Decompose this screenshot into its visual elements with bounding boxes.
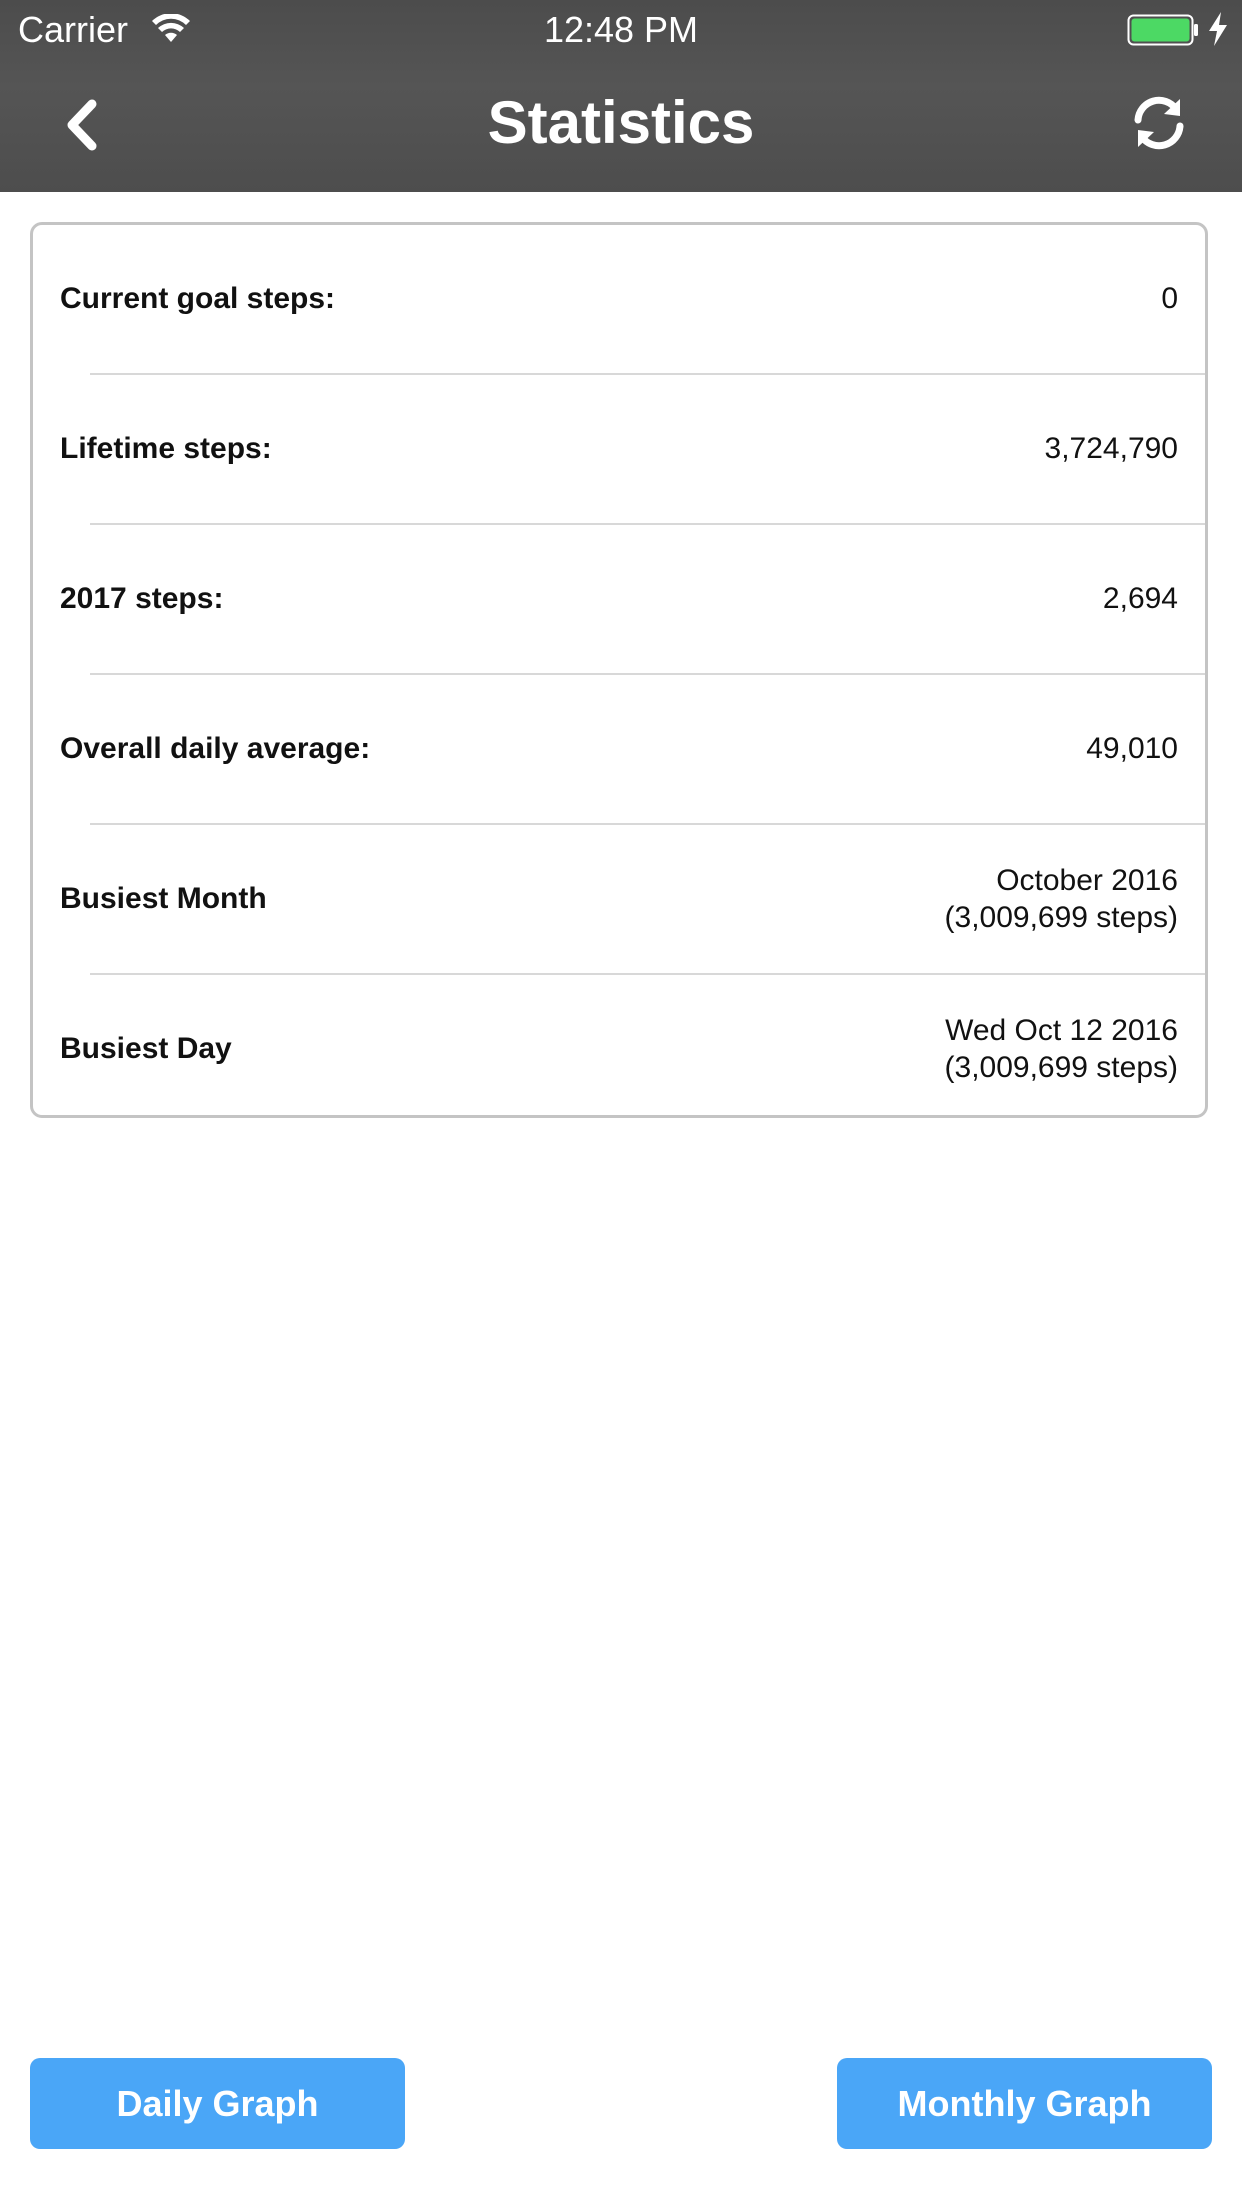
stat-value: 3,724,790 <box>1045 375 1178 522</box>
stat-value-line: October 2016 <box>996 863 1178 897</box>
stat-row-daily-average: Overall daily average: 49,010 <box>33 675 1205 825</box>
stat-label: Lifetime steps: <box>60 432 272 465</box>
stat-value: 49,010 <box>1086 675 1178 822</box>
header: Carrier 12:48 PM Statistics <box>0 0 1242 192</box>
battery-icon <box>1127 14 1198 46</box>
stat-value: 0 <box>1161 225 1178 372</box>
stat-value-detail: (3,009,699 steps) <box>944 1050 1178 1084</box>
refresh-icon <box>1134 96 1184 150</box>
refresh-button[interactable] <box>1126 90 1192 156</box>
stat-label: Current goal steps: <box>60 282 336 315</box>
stat-label: 2017 steps: <box>60 582 224 615</box>
page-title: Statistics <box>487 89 755 156</box>
stats-card: Current goal steps: 0 Lifetime steps: 3,… <box>30 222 1208 1118</box>
stat-value: October 2016 (3,009,699 steps) <box>945 825 1178 972</box>
stat-row-current-goal: Current goal steps: 0 <box>33 225 1205 375</box>
navigation-bar: Statistics <box>0 60 1242 192</box>
monthly-graph-button[interactable]: Monthly Graph <box>837 2058 1212 2149</box>
stat-value-line: 49,010 <box>1086 732 1178 765</box>
stat-label: Overall daily average: <box>60 732 371 765</box>
stat-value-line: 0 <box>1161 282 1178 315</box>
stat-value-line: Wed Oct 12 2016 <box>945 1013 1178 1047</box>
stat-row-busiest-month: Busiest Month October 2016 (3,009,699 st… <box>33 825 1205 975</box>
stat-value-line: 2,694 <box>1102 582 1178 615</box>
daily-graph-button[interactable]: Daily Graph <box>30 2058 405 2149</box>
charging-bolt-icon <box>1209 12 1227 46</box>
stat-row-year-steps: 2017 steps: 2,694 <box>33 525 1205 675</box>
statistics-screen: Carrier 12:48 PM Statistics Current goal… <box>0 0 1242 2208</box>
stat-label: Busiest Month <box>60 882 267 915</box>
stat-value-line: 3,724,790 <box>1044 432 1178 465</box>
stat-row-lifetime-steps: Lifetime steps: 3,724,790 <box>33 375 1205 525</box>
status-bar: Carrier 12:48 PM <box>0 0 1242 60</box>
stat-value: Wed Oct 12 2016 (3,009,699 steps) <box>944 975 1178 1115</box>
stat-label: Busiest Day <box>60 1032 232 1065</box>
status-time: 12:48 PM <box>543 9 699 50</box>
stat-row-busiest-day: Busiest Day Wed Oct 12 2016 (3,009,699 s… <box>33 975 1205 1115</box>
stat-value: 2,694 <box>1103 525 1178 672</box>
stat-value-detail: (3,009,699 steps) <box>944 900 1178 934</box>
